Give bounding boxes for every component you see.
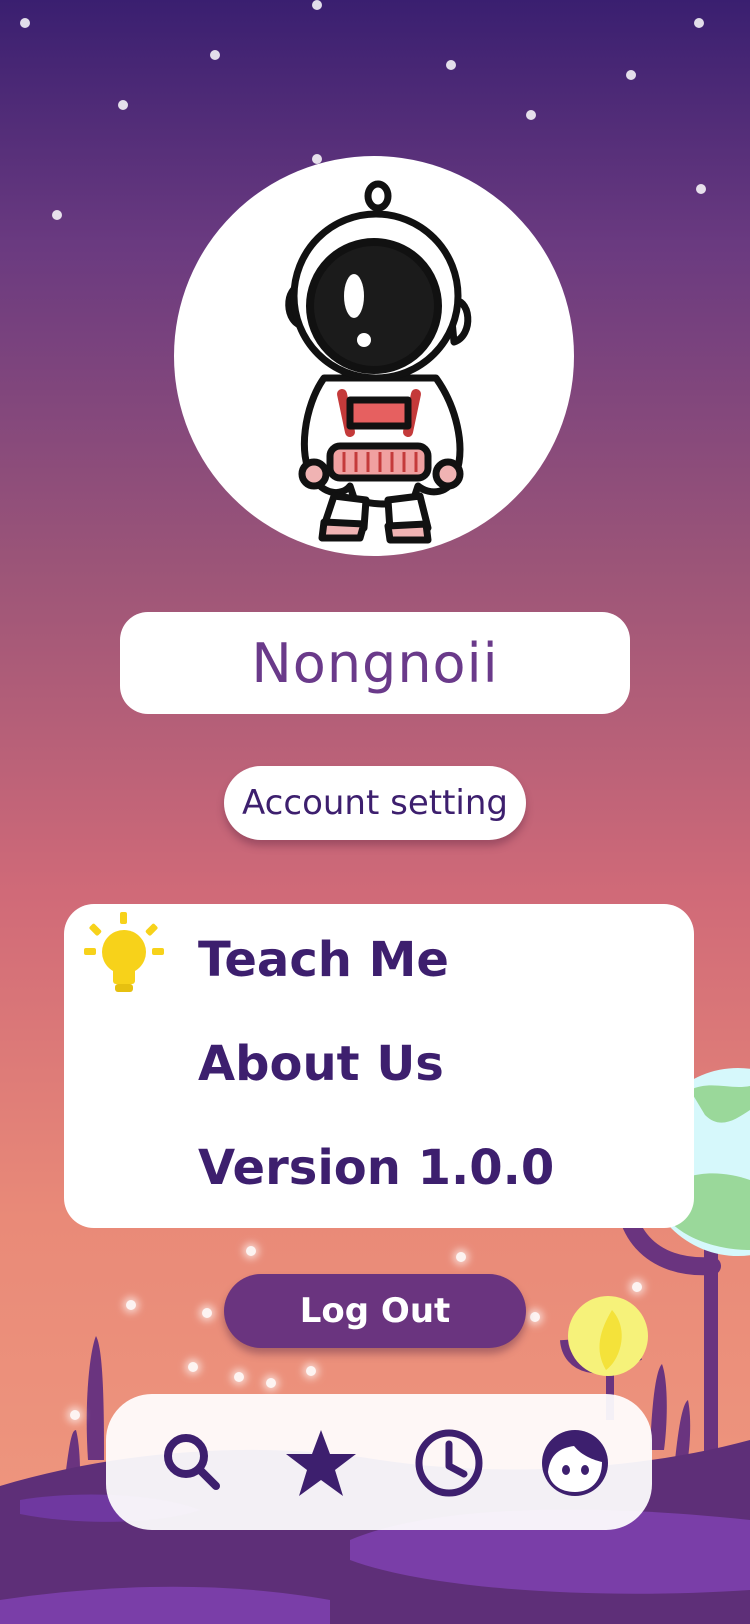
username-field: Nongnoii [120,612,630,714]
account-setting-button[interactable]: Account setting [224,766,526,840]
plant-stalk [86,1336,104,1460]
plant-stalk [66,1430,80,1470]
sparkle [632,1282,642,1292]
sparkle [306,1366,316,1376]
bottom-navigation [106,1394,652,1530]
astronaut-avatar-icon [285,180,472,544]
nav-favorites[interactable] [276,1418,366,1508]
username-label: Nongnoii [251,631,499,695]
sparkle [266,1378,276,1388]
search-icon [164,1434,220,1490]
menu-card: Teach Me About Us Version 1.0.0 [64,904,694,1228]
sparkle [70,1410,80,1420]
nav-search[interactable] [148,1418,238,1508]
clock-icon [415,1429,483,1497]
lightbulb-icon [84,912,164,992]
sparkle [126,1300,136,1310]
sparkle [234,1372,244,1382]
menu-item-teach-me[interactable]: Teach Me [198,932,449,988]
sparkle [246,1246,256,1256]
sparkle [202,1308,212,1318]
sparkle [530,1312,540,1322]
star-icon [286,1430,356,1496]
menu-item-version: Version 1.0.0 [198,1140,555,1196]
sparkle [456,1252,466,1262]
nav-profile[interactable] [530,1418,620,1508]
menu-item-about-us[interactable]: About Us [198,1036,444,1092]
nav-history[interactable] [404,1418,494,1508]
profile-avatar[interactable] [174,156,574,556]
sparkle [188,1362,198,1372]
face-icon [542,1430,608,1496]
logout-button[interactable]: Log Out [224,1274,526,1348]
